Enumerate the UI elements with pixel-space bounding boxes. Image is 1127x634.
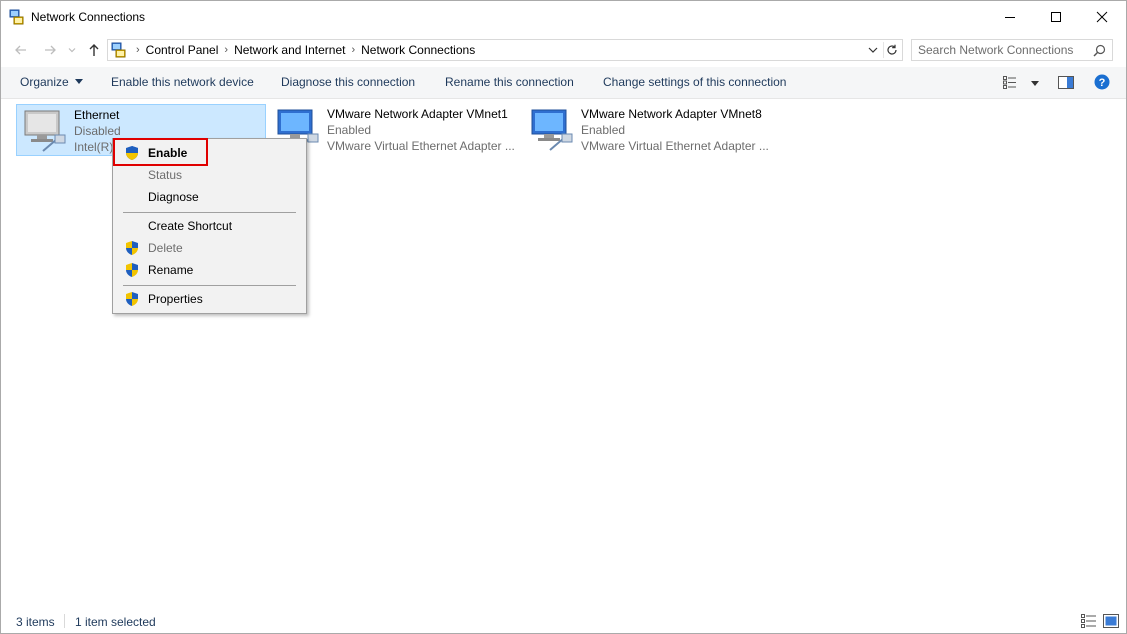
address-dropdown-button[interactable] <box>866 43 880 57</box>
connection-device: Intel(R) <box>74 140 114 154</box>
annotation-highlight-box <box>113 138 208 166</box>
chevron-down-icon <box>68 48 76 53</box>
change-view-icon[interactable] <box>1003 76 1017 89</box>
refresh-icon <box>887 44 897 55</box>
menu-label: Create Shortcut <box>148 219 233 233</box>
breadcrumb-network-connections[interactable]: Network Connections <box>361 43 475 57</box>
connection-status: Disabled <box>74 124 121 138</box>
arrow-left-icon <box>15 45 26 55</box>
close-icon <box>1096 11 1108 23</box>
maximize-icon <box>1051 12 1061 22</box>
status-bar: 3 items 1 item selected <box>1 609 1126 633</box>
breadcrumb-network-and-internet[interactable]: Network and Internet <box>234 43 345 57</box>
network-adapter-disabled-icon <box>24 110 66 152</box>
up-button[interactable] <box>85 41 103 59</box>
breadcrumb: › Control Panel › Network and Internet ›… <box>130 43 475 57</box>
forward-button[interactable] <box>41 41 59 59</box>
maximize-button[interactable] <box>1033 1 1079 33</box>
connection-name: VMware Network Adapter VMnet8 <box>581 107 762 121</box>
close-button[interactable] <box>1079 1 1125 33</box>
view-options-dropdown[interactable] <box>1025 77 1039 91</box>
chevron-right-icon: › <box>136 44 140 56</box>
large-icons-view-icon[interactable] <box>1103 614 1119 628</box>
menu-item-status: Status <box>115 164 304 186</box>
connection-status: Enabled <box>581 123 626 137</box>
menu-label: Status <box>148 168 183 182</box>
arrow-right-icon <box>45 45 56 55</box>
network-adapter-icon <box>531 109 573 151</box>
menu-item-delete: Delete <box>115 237 304 259</box>
rename-connection-button[interactable]: Rename this connection <box>445 75 574 89</box>
back-button[interactable] <box>12 41 30 59</box>
menu-separator <box>123 285 296 286</box>
chevron-down-icon <box>868 47 878 53</box>
uac-shield-icon <box>126 292 138 306</box>
organize-label: Organize <box>20 75 69 89</box>
svg-text:?: ? <box>1099 77 1106 89</box>
command-bar: Organize Enable this network device Diag… <box>1 67 1126 99</box>
chevron-right-icon: › <box>224 44 229 56</box>
title-bar: Network Connections <box>1 1 1126 33</box>
recent-locations-button[interactable] <box>65 41 79 59</box>
items-count: 3 items <box>16 615 55 629</box>
search-input[interactable] <box>918 42 1088 58</box>
minimize-button[interactable] <box>987 1 1033 33</box>
details-view-icon[interactable] <box>1081 614 1097 628</box>
search-icon[interactable] <box>1093 44 1106 57</box>
connection-item-vmnet1[interactable]: VMware Network Adapter VMnet1 Enabled VM… <box>270 104 520 156</box>
network-connections-window: Network Connections › Control Panel › Ne… <box>0 0 1127 634</box>
uac-shield-icon <box>126 241 138 255</box>
connection-name: VMware Network Adapter VMnet1 <box>327 107 508 121</box>
window-title: Network Connections <box>31 10 146 24</box>
selected-count: 1 item selected <box>75 615 156 629</box>
help-icon[interactable]: ? <box>1094 74 1110 90</box>
menu-item-rename[interactable]: Rename <box>115 259 304 281</box>
address-bar[interactable]: › Control Panel › Network and Internet ›… <box>107 39 903 61</box>
network-connections-icon <box>9 9 24 25</box>
enable-device-button[interactable]: Enable this network device <box>111 75 254 89</box>
connection-device: VMware Virtual Ethernet Adapter ... <box>581 139 769 153</box>
network-connections-icon <box>111 42 126 58</box>
menu-separator <box>123 212 296 213</box>
navigation-row: › Control Panel › Network and Internet ›… <box>1 37 1126 63</box>
menu-item-diagnose[interactable]: Diagnose <box>115 186 304 208</box>
menu-label: Rename <box>148 263 194 277</box>
menu-item-create-shortcut[interactable]: Create Shortcut <box>115 215 304 237</box>
status-divider <box>64 614 65 628</box>
menu-label: Delete <box>148 241 183 255</box>
minimize-icon <box>1005 17 1015 18</box>
menu-label: Diagnose <box>148 190 199 204</box>
breadcrumb-control-panel[interactable]: Control Panel <box>146 43 219 57</box>
caret-down-icon <box>74 79 83 85</box>
preview-pane-icon[interactable] <box>1058 76 1074 89</box>
connection-name: Ethernet <box>74 108 120 122</box>
search-box[interactable] <box>911 39 1113 61</box>
connection-status: Enabled <box>327 123 372 137</box>
menu-label: Properties <box>148 292 203 306</box>
change-settings-button[interactable]: Change settings of this connection <box>603 75 786 89</box>
connection-item-vmnet8[interactable]: VMware Network Adapter VMnet8 Enabled VM… <box>524 104 774 156</box>
organize-menu[interactable]: Organize <box>20 75 83 89</box>
menu-item-properties[interactable]: Properties <box>115 288 304 310</box>
connection-device: VMware Virtual Ethernet Adapter ... <box>327 139 515 153</box>
arrow-up-icon <box>89 44 99 56</box>
uac-shield-icon <box>126 263 138 277</box>
diagnose-connection-button[interactable]: Diagnose this connection <box>281 75 415 89</box>
chevron-right-icon: › <box>351 44 356 56</box>
refresh-button[interactable] <box>883 42 900 58</box>
caret-down-icon <box>1031 81 1039 87</box>
